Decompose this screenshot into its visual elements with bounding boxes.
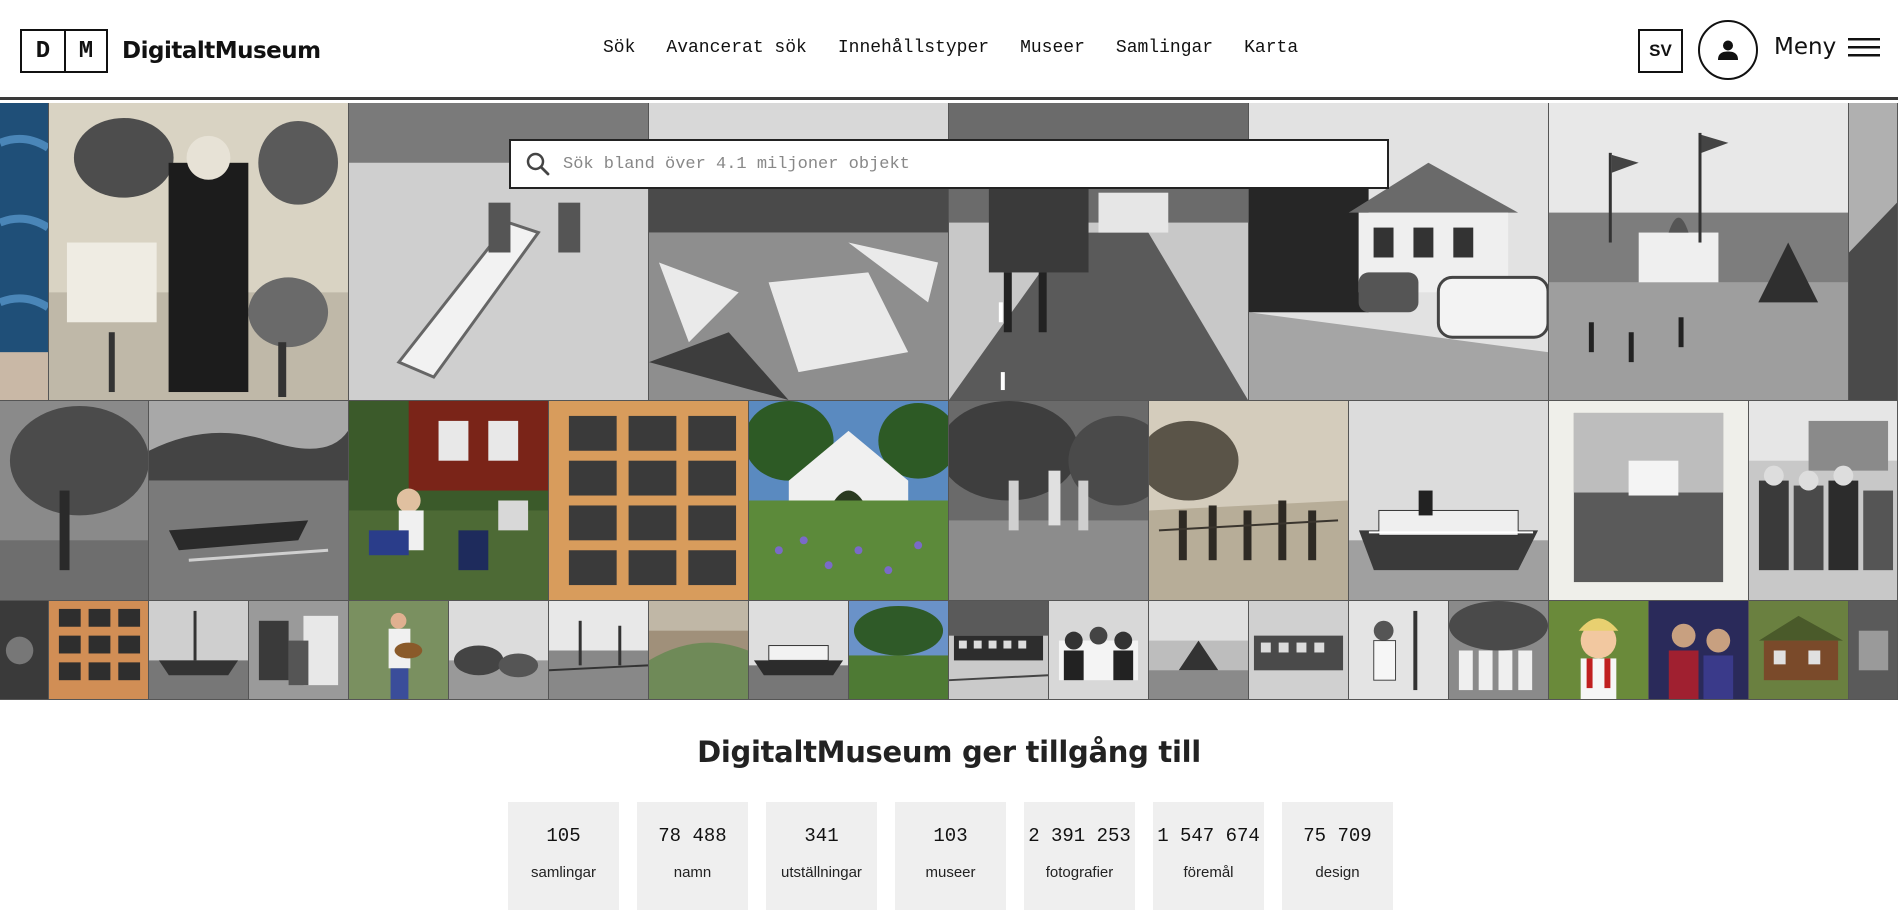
mosaic-photo[interactable] [649,601,749,700]
site-header: D M DigitaltMuseum Sök Avancerat sök Inn… [0,0,1898,100]
logo-mark: D M [20,29,108,73]
mosaic-photo[interactable] [349,601,449,700]
stat-card-exhibitions[interactable]: 341 utställningar [766,802,877,910]
stat-value: 341 [804,825,839,847]
stat-value: 103 [933,825,968,847]
mosaic-photo[interactable] [0,401,149,601]
mosaic-photo[interactable] [1549,103,1849,401]
mosaic-photo[interactable] [1049,601,1149,700]
mosaic-photo[interactable] [1549,601,1649,700]
mosaic-photo[interactable] [349,401,549,601]
nav-link-advanced-search[interactable]: Avancerat sök [666,38,806,58]
mosaic-photo[interactable] [449,601,549,700]
stat-value: 2 391 253 [1028,825,1131,847]
stat-value: 105 [546,825,581,847]
stat-card-collections[interactable]: 105 samlingar [508,802,619,910]
stat-label: design [1315,864,1360,881]
menu-label: Meny [1774,34,1837,60]
mosaic-photo[interactable] [1649,601,1749,700]
mosaic-photo[interactable] [1749,401,1898,601]
photo-mosaic [0,103,1898,700]
stat-label: samlingar [530,864,597,881]
mosaic-photo[interactable] [1449,601,1549,700]
mosaic-photo[interactable] [49,103,349,401]
stat-card-photographs[interactable]: 2 391 253 fotografier [1024,802,1135,910]
nav-link-content-types[interactable]: Innehållstyper [838,38,989,58]
mosaic-photo[interactable] [1149,601,1249,700]
mosaic-photo[interactable] [1749,601,1849,700]
mosaic-photo[interactable] [849,601,949,700]
account-button[interactable] [1698,20,1758,80]
site-name: DigitaltMuseum [122,38,321,64]
mosaic-photo[interactable] [1149,401,1349,601]
stat-card-names[interactable]: 78 488 namn [637,802,748,910]
mosaic-photo[interactable] [1349,401,1549,601]
logo-letter-d: D [35,37,51,65]
mosaic-photo[interactable] [1849,103,1898,401]
mosaic-photo[interactable] [0,601,49,700]
stat-value: 1 547 674 [1157,825,1260,847]
mosaic-photo[interactable] [249,601,349,700]
nav-link-map[interactable]: Karta [1244,38,1298,58]
mosaic-photo[interactable] [49,601,149,700]
stat-card-design[interactable]: 75 709 design [1282,802,1393,910]
mosaic-photo[interactable] [149,601,249,700]
search-input[interactable] [563,154,1387,174]
nav-link-search[interactable]: Sök [603,38,635,58]
stats-heading: DigitaltMuseum ger tillgång till [697,735,1201,769]
stat-label: föremål [1183,864,1234,881]
mosaic-photo[interactable] [1549,401,1749,601]
mosaic-photo[interactable] [749,401,949,601]
mosaic-photo[interactable] [1349,601,1449,700]
user-icon [1718,40,1738,60]
language-button[interactable]: SV [1638,29,1683,73]
logo-letter-m: M [64,31,106,71]
stat-label: namn [673,864,712,881]
mosaic-photo[interactable] [549,601,649,700]
menu-button[interactable]: Meny [1774,34,1881,60]
stat-label: utställningar [781,864,862,881]
search-icon[interactable] [525,151,551,177]
mosaic-photo[interactable] [749,601,849,700]
mosaic-photo[interactable] [549,401,749,601]
hamburger-icon [1848,38,1881,57]
nav-link-collections[interactable]: Samlingar [1116,38,1213,58]
search-bar [509,139,1389,189]
mosaic-photo[interactable] [949,401,1149,601]
mosaic-photo[interactable] [149,401,349,601]
nav-link-museums[interactable]: Museer [1020,38,1085,58]
stats-list: 105 samlingar 78 488 namn 341 utställnin… [508,802,1393,910]
stat-value: 78 488 [658,825,727,847]
logo-link[interactable]: D M DigitaltMuseum [20,29,321,73]
mosaic-photo[interactable] [949,601,1049,700]
stat-label: fotografier [1045,864,1114,881]
stat-card-objects[interactable]: 1 547 674 föremål [1153,802,1264,910]
stat-label: museer [925,864,976,881]
mosaic-photo[interactable] [1849,601,1898,700]
mosaic-photo[interactable] [0,103,49,401]
stat-card-museums[interactable]: 103 museer [895,802,1006,910]
stat-value: 75 709 [1303,825,1372,847]
main-nav: Sök Avancerat sök Innehållstyper Museer … [603,38,1298,58]
mosaic-photo[interactable] [1249,601,1349,700]
